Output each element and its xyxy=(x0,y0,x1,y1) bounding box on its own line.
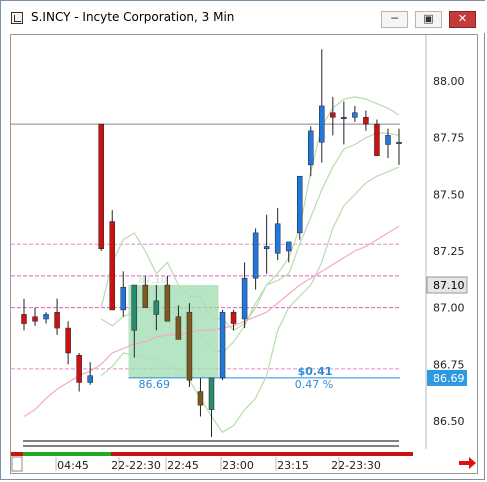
measure-change-label: $0.41 xyxy=(298,365,333,378)
candle-body[interactable] xyxy=(43,314,49,320)
time-axis-green-segment xyxy=(23,452,111,456)
measure-top-label: 87.10 xyxy=(139,275,168,286)
candle-body[interactable] xyxy=(76,355,82,383)
candle-body[interactable] xyxy=(363,117,369,125)
y-tick-label: 87.75 xyxy=(433,132,465,145)
x-tick-label: 23:15 xyxy=(277,459,309,472)
y-tick-label: 87.25 xyxy=(433,245,465,258)
candle-body[interactable] xyxy=(98,123,104,249)
candle-body[interactable] xyxy=(175,316,182,340)
x-tick-label: 22:45 xyxy=(167,459,199,472)
time-axis-scroll-box[interactable] xyxy=(11,456,23,472)
candle-body[interactable] xyxy=(285,241,292,252)
last-price-label: 87.10 xyxy=(433,279,465,292)
y-tick-label: 86.50 xyxy=(433,415,465,428)
y-tick-label: 88.00 xyxy=(433,75,465,88)
candle-body[interactable] xyxy=(396,141,402,144)
candle-body[interactable] xyxy=(219,311,226,379)
candle-body[interactable] xyxy=(142,284,149,308)
chart-window: S.INCY - Incyte Corporation, 3 Min ─ ▣ ✕… xyxy=(0,0,486,481)
candle-body[interactable] xyxy=(120,287,127,311)
candle-body[interactable] xyxy=(186,311,193,381)
candle-body[interactable] xyxy=(164,284,171,322)
measure-start-label: 86.69 xyxy=(139,378,171,391)
candle-body[interactable] xyxy=(230,311,237,324)
candle-body[interactable] xyxy=(296,175,303,234)
measure-pct-label: 0.47 % xyxy=(295,378,333,391)
y-tick-label: 87.50 xyxy=(433,188,465,201)
candle-body[interactable] xyxy=(330,112,336,118)
candle-body[interactable] xyxy=(241,277,248,320)
y-tick-label: 87.00 xyxy=(433,302,465,315)
candle-body[interactable] xyxy=(374,123,380,157)
scroll-right-arrow-icon[interactable] xyxy=(459,457,476,469)
candle-body[interactable] xyxy=(65,327,71,354)
candle-body[interactable] xyxy=(21,314,27,324)
candle-body[interactable] xyxy=(341,117,347,120)
marker-price-label: 86.69 xyxy=(433,372,465,385)
price-chart[interactable]: 86.69 $0.410.47 % 87.10 88.00 87.75 87.50 87.2… xyxy=(1,1,486,481)
y-tick-label: 86.75 xyxy=(433,358,465,371)
candle-body[interactable] xyxy=(153,300,160,315)
candle-body[interactable] xyxy=(352,112,358,118)
candle-body[interactable] xyxy=(252,232,259,279)
candle-body[interactable] xyxy=(319,105,325,143)
candle-body[interactable] xyxy=(109,221,115,311)
measure-box[interactable] xyxy=(128,285,219,378)
candle-body[interactable] xyxy=(308,130,314,166)
candle-body[interactable] xyxy=(274,223,281,254)
x-tick-label: 22-22:30 xyxy=(111,459,161,472)
candle-body[interactable] xyxy=(208,377,215,410)
candle-body[interactable] xyxy=(385,135,391,145)
candle-body[interactable] xyxy=(32,316,38,322)
x-tick-label: 22-23:30 xyxy=(331,459,381,472)
x-tick-label: 04:45 xyxy=(57,459,89,472)
candle-body[interactable] xyxy=(197,391,204,406)
candle-body[interactable] xyxy=(131,284,138,331)
x-tick-label: 23:00 xyxy=(222,459,254,472)
candle-body[interactable] xyxy=(263,246,270,249)
candle-body[interactable] xyxy=(87,375,93,383)
candle-body[interactable] xyxy=(54,311,60,329)
